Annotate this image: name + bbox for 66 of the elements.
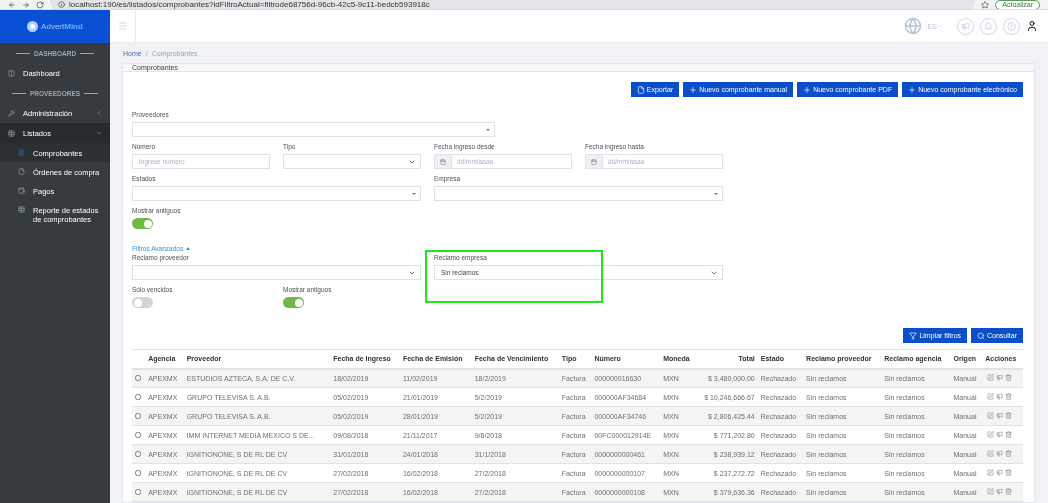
row-checkbox[interactable] [135, 431, 141, 438]
document-icon [18, 187, 25, 194]
calendar-icon [440, 158, 446, 165]
trash-icon[interactable] [1005, 469, 1013, 476]
trash-icon[interactable] [1005, 450, 1013, 457]
caret-icon [412, 192, 416, 195]
address-bar[interactable]: localhost:190/es/listados/comprobantes?idFiltroActual=filtrode68756d-96cb-42c5-9c11-bedcb593918c [50, 0, 976, 9]
toggle-switch[interactable] [132, 218, 153, 229]
megaphone-icon[interactable] [996, 469, 1004, 476]
chevron-left-icon [96, 110, 102, 116]
document-icon [18, 206, 25, 213]
trash-icon[interactable] [1005, 374, 1013, 382]
plus-icon [803, 85, 812, 94]
search-icon [977, 331, 986, 340]
row-checkbox[interactable] [135, 450, 141, 457]
edit-icon[interactable] [987, 374, 995, 382]
caret-icon [486, 128, 490, 131]
star-icon[interactable] [981, 0, 990, 9]
megaphone-icon[interactable] [996, 393, 1004, 400]
globe-icon[interactable] [903, 17, 922, 35]
plus-icon [689, 85, 698, 94]
filter-icon [909, 331, 918, 340]
row-checkbox[interactable] [135, 488, 141, 495]
logo-text: AdvertMind [41, 22, 83, 31]
select-field[interactable] [283, 154, 421, 169]
trash-icon[interactable] [1005, 412, 1013, 419]
trash-icon[interactable] [1005, 393, 1013, 400]
edit-icon[interactable] [987, 412, 995, 419]
edit-icon[interactable] [987, 393, 995, 400]
logo-icon [27, 21, 39, 32]
edit-icon[interactable] [987, 450, 995, 457]
dashboard-icon [8, 69, 15, 77]
caret-icon [937, 23, 943, 29]
row-checkbox[interactable] [135, 412, 141, 419]
plus-icon [908, 85, 917, 94]
user-icon[interactable] [1026, 20, 1038, 32]
edit-icon[interactable] [987, 431, 995, 438]
document-icon [18, 149, 25, 156]
logo[interactable]: AdvertMind [0, 10, 110, 43]
info-icon [58, 1, 65, 8]
row-checkbox[interactable] [135, 469, 141, 476]
select-field[interactable] [132, 122, 495, 137]
back-icon[interactable] [8, 0, 16, 9]
edit-icon[interactable] [987, 469, 995, 476]
calendar-icon [591, 158, 597, 165]
toggle-switch[interactable] [132, 297, 153, 308]
trash-icon[interactable] [1005, 488, 1013, 495]
file-icon [636, 85, 645, 94]
chevron-down-icon [96, 130, 102, 136]
megaphone-icon[interactable] [996, 488, 1004, 495]
caret-icon [714, 192, 718, 195]
megaphone-icon[interactable] [996, 412, 1004, 419]
megaphone-icon[interactable] [996, 431, 1004, 438]
megaphone-icon[interactable] [996, 450, 1004, 457]
select-field[interactable] [434, 186, 723, 201]
edit-icon[interactable] [987, 488, 995, 495]
megaphone-icon[interactable] [996, 374, 1004, 382]
toggle-switch[interactable] [283, 297, 304, 308]
row-checkbox[interactable] [135, 374, 141, 381]
select-field[interactable] [132, 265, 421, 280]
document-icon [18, 168, 25, 175]
row-checkbox[interactable] [135, 393, 141, 400]
trash-icon[interactable] [1005, 431, 1013, 438]
select-field[interactable] [132, 186, 421, 201]
reload-icon[interactable] [36, 0, 44, 9]
forward-icon[interactable] [22, 0, 30, 9]
